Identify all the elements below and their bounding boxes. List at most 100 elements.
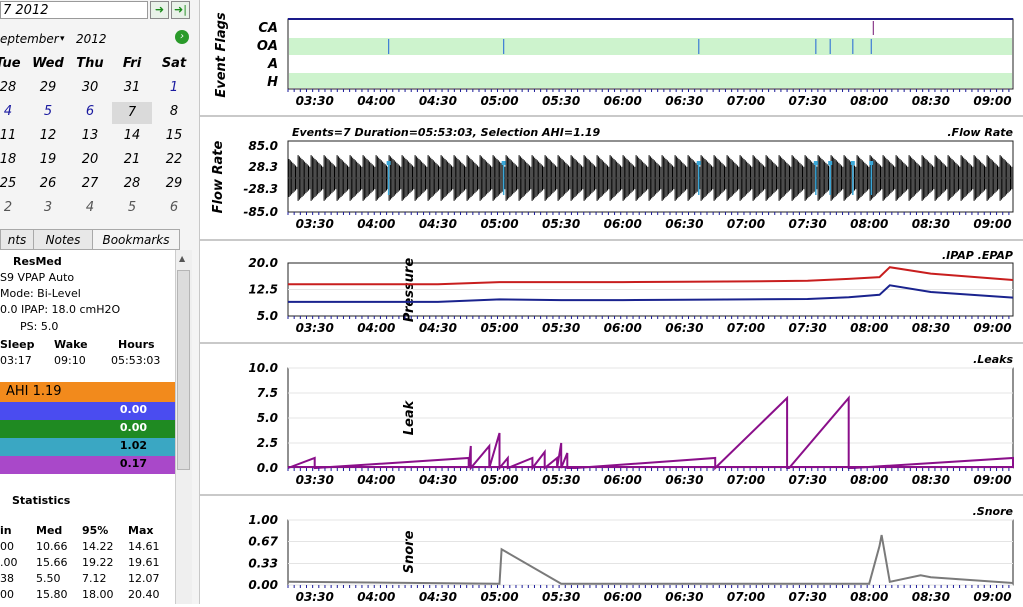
pressure-panel: Pressure.IPAP .EPAP20.012.55.003:30 04:00… (248, 249, 1014, 335)
arrow-right-icon: ➜ (154, 3, 165, 16)
info-scrollbar[interactable]: ▲ (175, 250, 192, 604)
calendar-day[interactable]: 20 (70, 152, 110, 167)
x-tick-label: 06:30 (665, 473, 703, 487)
x-tick-label: 04:30 (419, 94, 457, 108)
flow-event-flag (386, 161, 391, 165)
next-day-button[interactable]: ➜ (150, 1, 169, 19)
calendar-day[interactable]: 11 (0, 128, 28, 143)
stats-cell: 18.00 (82, 588, 114, 601)
snore-legend: .Snore (973, 505, 1014, 518)
calendar-day[interactable]: 15 (154, 128, 194, 143)
stats-cell: 19.61 (128, 556, 160, 569)
x-tick-label: 07:30 (789, 94, 827, 108)
calendar-day[interactable]: 26 (28, 176, 68, 191)
calendar-day[interactable]: 8 (154, 104, 194, 119)
calendar-day[interactable]: 4 (0, 104, 28, 119)
scroll-thumb[interactable] (177, 270, 190, 470)
calendar-day[interactable]: 30 (70, 80, 110, 95)
snore-panel: Snore .Snore 1.00 0.67 0.33 0.00 03:30 04:00 04:… (248, 505, 1013, 604)
calendar-day[interactable]: 22 (154, 152, 194, 167)
x-tick-label: 03:30 (296, 94, 334, 108)
y-axis-label: Leak (402, 399, 417, 435)
sleep-value: 03:17 (0, 354, 32, 367)
calendar-day[interactable]: 18 (0, 152, 28, 167)
y-tick-label: 1.00 (248, 513, 278, 527)
x-tick-label: 07:30 (789, 473, 827, 487)
hours-value: 05:53:03 (111, 354, 161, 367)
oa-band (289, 38, 1012, 55)
calendar-day[interactable]: 21 (112, 152, 152, 167)
month-dropdown-icon[interactable]: ▾ (60, 34, 65, 44)
x-tick-label: 06:30 (665, 321, 703, 335)
tab-notes[interactable]: Notes (33, 229, 93, 250)
weekday-header: Sat (161, 56, 187, 71)
calendar-day[interactable]: 28 (0, 80, 28, 95)
calendar-day[interactable]: 29 (28, 80, 68, 95)
ahi-row-central: 0.17 (0, 456, 175, 474)
calendar-day[interactable]: 28 (112, 176, 152, 191)
date-field[interactable]: 7 2012 (0, 1, 148, 19)
scroll-up-icon[interactable]: ▲ (179, 254, 185, 263)
calendar-day[interactable]: 7 (112, 102, 152, 124)
flow-rate-summary: Events=7 Duration=05:53:03, Selection AH… (292, 126, 601, 139)
graph-area: Event Flags CA OA A H 03:30 04:00 04:30 05:00 05:… (199, 0, 1023, 604)
device-ps: PS: 5.0 (20, 320, 59, 333)
stats-cell: 19.22 (82, 556, 114, 569)
calendar-day[interactable]: 19 (28, 152, 68, 167)
ahi-row-obstructive: 0.00 (0, 402, 175, 420)
calendar-day[interactable]: 5 (28, 104, 68, 119)
stats-cell: 15.80 (36, 588, 68, 601)
calendar-day[interactable]: 3 (28, 200, 68, 215)
month-selector[interactable]: eptember (0, 32, 59, 46)
calendar-day[interactable]: 2 (0, 200, 28, 215)
x-tick-label: 05:30 (542, 321, 580, 335)
flow-event-flag (850, 161, 855, 165)
calendar-day[interactable]: 12 (28, 128, 68, 143)
x-tick-label: 06:30 (665, 590, 703, 604)
last-day-button[interactable]: ➜| (171, 1, 190, 19)
y-tick-label: -85.0 (243, 205, 278, 219)
event-row-label: H (267, 75, 278, 90)
stats-cell: 00 (0, 540, 14, 553)
tab-events[interactable]: nts (0, 229, 34, 250)
calendar-day[interactable]: 25 (0, 176, 28, 191)
stats-cell: 38 (0, 572, 14, 585)
device-pressures: 0.0 IPAP: 18.0 cmH2O (0, 303, 121, 316)
calendar-day[interactable]: 1 (154, 80, 194, 95)
device-brand: ResMed (13, 255, 62, 268)
left-sidebar: 7 2012 ➜ ➜| eptember ▾ 2012 › TueWedThuF… (0, 0, 199, 604)
calendar-day[interactable]: 29 (154, 176, 194, 191)
x-tick-label: 07:30 (789, 590, 827, 604)
x-tick-label: 08:30 (912, 321, 950, 335)
x-tick-label: 08:00 (850, 321, 888, 335)
calendar-day[interactable]: 5 (112, 200, 152, 215)
calendar-day[interactable]: 6 (154, 200, 194, 215)
x-tick-label: 08:00 (850, 473, 888, 487)
today-button[interactable]: › (175, 30, 189, 44)
calendar-day[interactable]: 27 (70, 176, 110, 191)
calendar-day[interactable]: 14 (112, 128, 152, 143)
wake-header: Wake (54, 338, 88, 351)
leak-panel: Leak .Leaks 10.0 7.5 5.0 2.5 0.0 03:30 04:00 04:3… (248, 353, 1014, 487)
stats-cell: .00 (0, 556, 18, 569)
calendar-day[interactable]: 13 (70, 128, 110, 143)
calendar-day[interactable]: 6 (70, 104, 110, 119)
stats-header: in (0, 524, 12, 537)
sidebar-tabs: nts Notes Bookmarks (0, 229, 180, 250)
x-tick-label: 03:30 (296, 321, 334, 335)
y-tick-label: 2.5 (257, 436, 278, 450)
event-row-label: OA (257, 39, 278, 54)
x-tick-label: 08:00 (850, 217, 888, 231)
plot-frame (287, 519, 1014, 586)
year-selector[interactable]: 2012 (76, 32, 107, 46)
x-tick-label: 09:00 (973, 217, 1011, 231)
tab-bookmarks[interactable]: Bookmarks (92, 229, 180, 250)
x-tick-label: 06:00 (604, 94, 642, 108)
calendar-day[interactable]: 31 (112, 80, 152, 95)
x-tick-label: 06:00 (604, 473, 642, 487)
calendar-day[interactable]: 4 (70, 200, 110, 215)
x-tick-label: 06:30 (665, 217, 703, 231)
x-tick-label: 07:00 (727, 94, 765, 108)
ahi-value: 0.00 (119, 403, 147, 416)
y-tick-label: 5.0 (257, 309, 278, 323)
